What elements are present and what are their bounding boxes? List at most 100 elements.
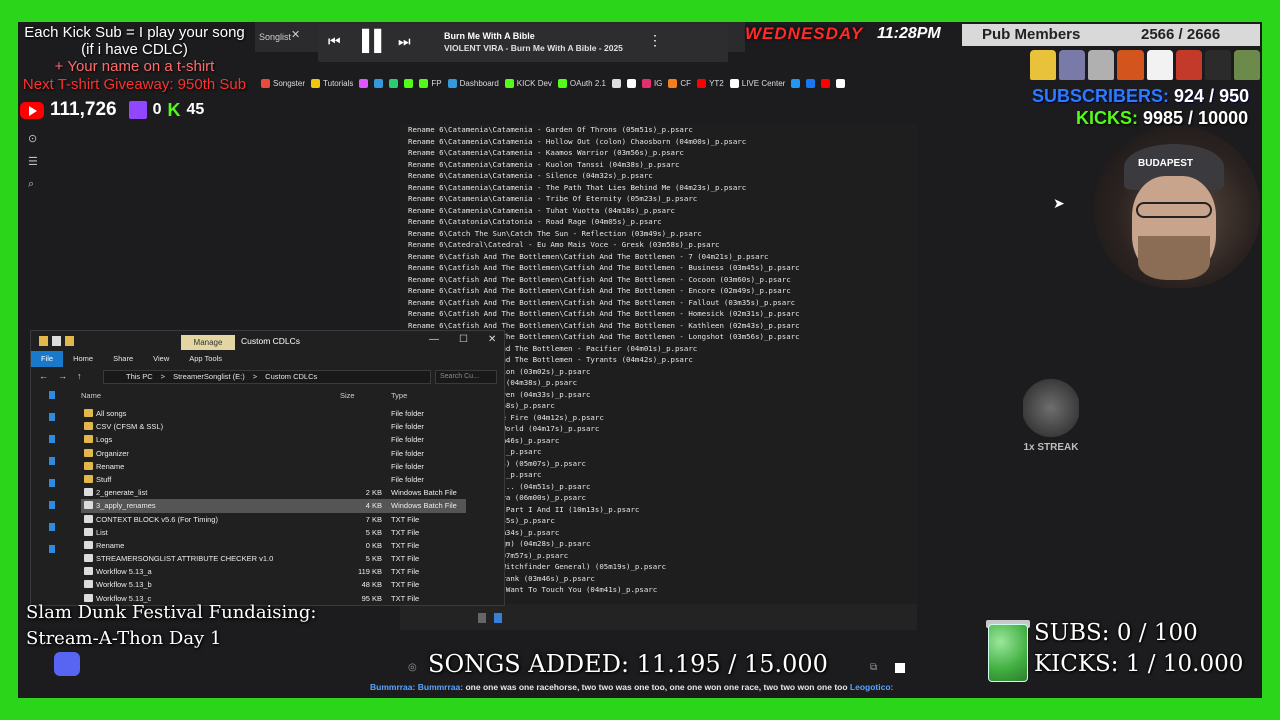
file-size: 4 KB — [365, 501, 382, 511]
breadcrumb: This PC > StreamerSonglist (E:) > Custom CDL… — [126, 372, 325, 381]
file-name: Stuff — [96, 474, 112, 484]
file-row[interactable]: Organizer File folder — [81, 447, 466, 460]
tab-home[interactable]: Home — [63, 351, 103, 367]
address-bar[interactable]: This PC > StreamerSonglist (E:) > Custom CDL… — [103, 370, 431, 384]
media-subtitle: VIOLENT VIRA - Burn Me With A Bible - 20… — [444, 43, 623, 53]
file-row[interactable]: Stuff File folder — [81, 473, 466, 486]
bookmark-icon — [504, 78, 514, 88]
breadcrumb-item[interactable]: StreamerSonglist (E:) — [173, 372, 245, 381]
tshirt-icon — [1204, 50, 1231, 80]
file-type: TXT File — [391, 580, 420, 590]
promo-overlay: Each Kick Sub = I play your song (if i h… — [12, 24, 257, 94]
scroll-marker — [478, 613, 486, 623]
file-row[interactable]: Rename File folder — [81, 460, 466, 473]
bookmark-item[interactable]: YT2 — [697, 78, 724, 88]
bookmark-item[interactable]: Songster — [261, 78, 305, 88]
file-row[interactable]: CONTEXT BLOCK v5.6 (For Timing) 7 KB TXT F… — [81, 513, 466, 526]
new-folder-icon[interactable] — [65, 336, 74, 346]
breadcrumb-item[interactable]: This PC — [126, 372, 153, 381]
folder-icon[interactable] — [39, 336, 48, 346]
bookmark-icon — [836, 78, 846, 88]
breadcrumb-separator: > — [160, 372, 166, 381]
bookmark-item[interactable]: IG — [641, 78, 662, 88]
search-input[interactable]: Search Cu... — [435, 370, 497, 384]
bookmark-item[interactable]: OAuth 2.1 — [557, 78, 606, 88]
column-name[interactable]: Name — [81, 391, 101, 400]
bookmark-item[interactable] — [836, 78, 846, 88]
breadcrumb-item[interactable]: Custom CDLCs — [265, 372, 317, 381]
bookmark-item[interactable] — [404, 78, 414, 88]
minimize-button[interactable]: — — [429, 334, 439, 345]
bookmark-item[interactable] — [611, 78, 621, 88]
bookmark-item[interactable]: Tutorials — [311, 78, 353, 88]
next-track-icon[interactable]: ⏭ — [398, 33, 411, 50]
bookmark-item[interactable] — [359, 78, 369, 88]
file-row[interactable]: List 5 KB TXT File — [81, 526, 466, 539]
bookmark-item[interactable] — [374, 78, 384, 88]
nav-pane-icon[interactable] — [49, 501, 55, 509]
column-size[interactable]: Size — [340, 391, 355, 400]
bookmark-icon — [311, 78, 321, 88]
pause-icon[interactable]: ▌▌ — [362, 30, 388, 53]
bookmark-item[interactable] — [389, 78, 399, 88]
nav-pane-icon[interactable] — [49, 391, 55, 399]
file-row[interactable]: All songs File folder — [81, 407, 466, 420]
previous-track-icon[interactable]: ⏮ — [328, 33, 341, 50]
file-row[interactable]: CSV (CFSM & SSL) File folder — [81, 420, 466, 433]
bookmark-icon — [557, 78, 567, 88]
forward-arrow-icon[interactable]: → — [58, 371, 67, 381]
browser-tab[interactable]: Songlist — [255, 26, 315, 48]
tab-view[interactable]: View — [143, 351, 179, 367]
bookmark-item[interactable]: LIVE Center — [729, 78, 785, 88]
file-row[interactable]: Workflow 5.13_b 48 KB TXT File — [81, 578, 466, 591]
tab-close-icon[interactable]: ✕ — [291, 28, 300, 41]
bookmark-item[interactable]: CF — [668, 78, 691, 88]
youtube-icon — [20, 101, 44, 119]
bookmark-item[interactable] — [821, 78, 831, 88]
bookmark-item[interactable]: FP — [419, 78, 442, 88]
pub-members-label: Pub Members — [982, 26, 1081, 43]
file-name: CONTEXT BLOCK v5.6 (For Timing) — [96, 514, 218, 524]
tab-share[interactable]: Share — [103, 351, 143, 367]
beard-graphic — [1138, 236, 1210, 280]
bookmark-item[interactable]: Dashboard — [447, 78, 499, 88]
browser-tab-label: Songlist — [259, 32, 292, 42]
file-type: File folder — [391, 461, 424, 471]
screen-share-icon[interactable]: ⧉ — [870, 662, 877, 673]
up-arrow-icon[interactable]: ↑ — [77, 371, 82, 381]
history-icon[interactable]: ⊙ — [28, 132, 44, 145]
nav-pane-icon[interactable] — [49, 457, 55, 465]
reading-list-icon[interactable]: ☰ — [28, 155, 44, 168]
stop-button[interactable] — [895, 663, 905, 673]
file-row[interactable]: STREAMERSONGLIST ATTRIBUTE CHECKER v1.0 5… — [81, 552, 466, 565]
nav-pane-icon[interactable] — [49, 435, 55, 443]
nav-pane-icon[interactable] — [49, 523, 55, 531]
streak-widget: 1x STREAK — [1018, 378, 1084, 453]
properties-icon[interactable] — [52, 336, 61, 346]
bookmark-item[interactable] — [791, 78, 801, 88]
back-arrow-icon[interactable]: ← — [39, 371, 48, 381]
tab-app-tools[interactable]: App Tools — [179, 351, 232, 367]
nav-pane-icon[interactable] — [49, 545, 55, 553]
scroll-marker-active — [494, 613, 502, 623]
subscribers-goal-value: 924 / 950 — [1174, 86, 1250, 106]
maximize-button[interactable]: ☐ — [459, 334, 468, 345]
bookmark-item[interactable] — [626, 78, 636, 88]
nav-pane-icon[interactable] — [49, 479, 55, 487]
nav-pane-icon[interactable] — [49, 413, 55, 421]
manage-tab[interactable]: Manage — [181, 335, 235, 350]
more-options-icon[interactable]: ⋮ — [648, 32, 662, 49]
bookmark-item[interactable] — [806, 78, 816, 88]
file-row[interactable]: 3_apply_renames 4 KB Windows Batch File — [81, 499, 466, 513]
file-size: 0 KB — [365, 540, 382, 550]
file-row[interactable]: Logs File folder — [81, 433, 466, 446]
column-type[interactable]: Type — [391, 391, 407, 400]
tab-file[interactable]: File — [31, 351, 64, 367]
close-button[interactable]: ✕ — [488, 334, 496, 345]
twitch-icon — [128, 101, 147, 119]
file-row[interactable]: 2_generate_list 2 KB Windows Batch File — [81, 486, 466, 499]
file-row[interactable]: Workflow 5.13_a 119 KB TXT File — [81, 565, 466, 578]
search-icon[interactable]: ⌕ — [28, 178, 44, 191]
bookmark-item[interactable]: KICK Dev — [504, 78, 552, 88]
file-row[interactable]: Rename 0 KB TXT File — [81, 539, 466, 552]
